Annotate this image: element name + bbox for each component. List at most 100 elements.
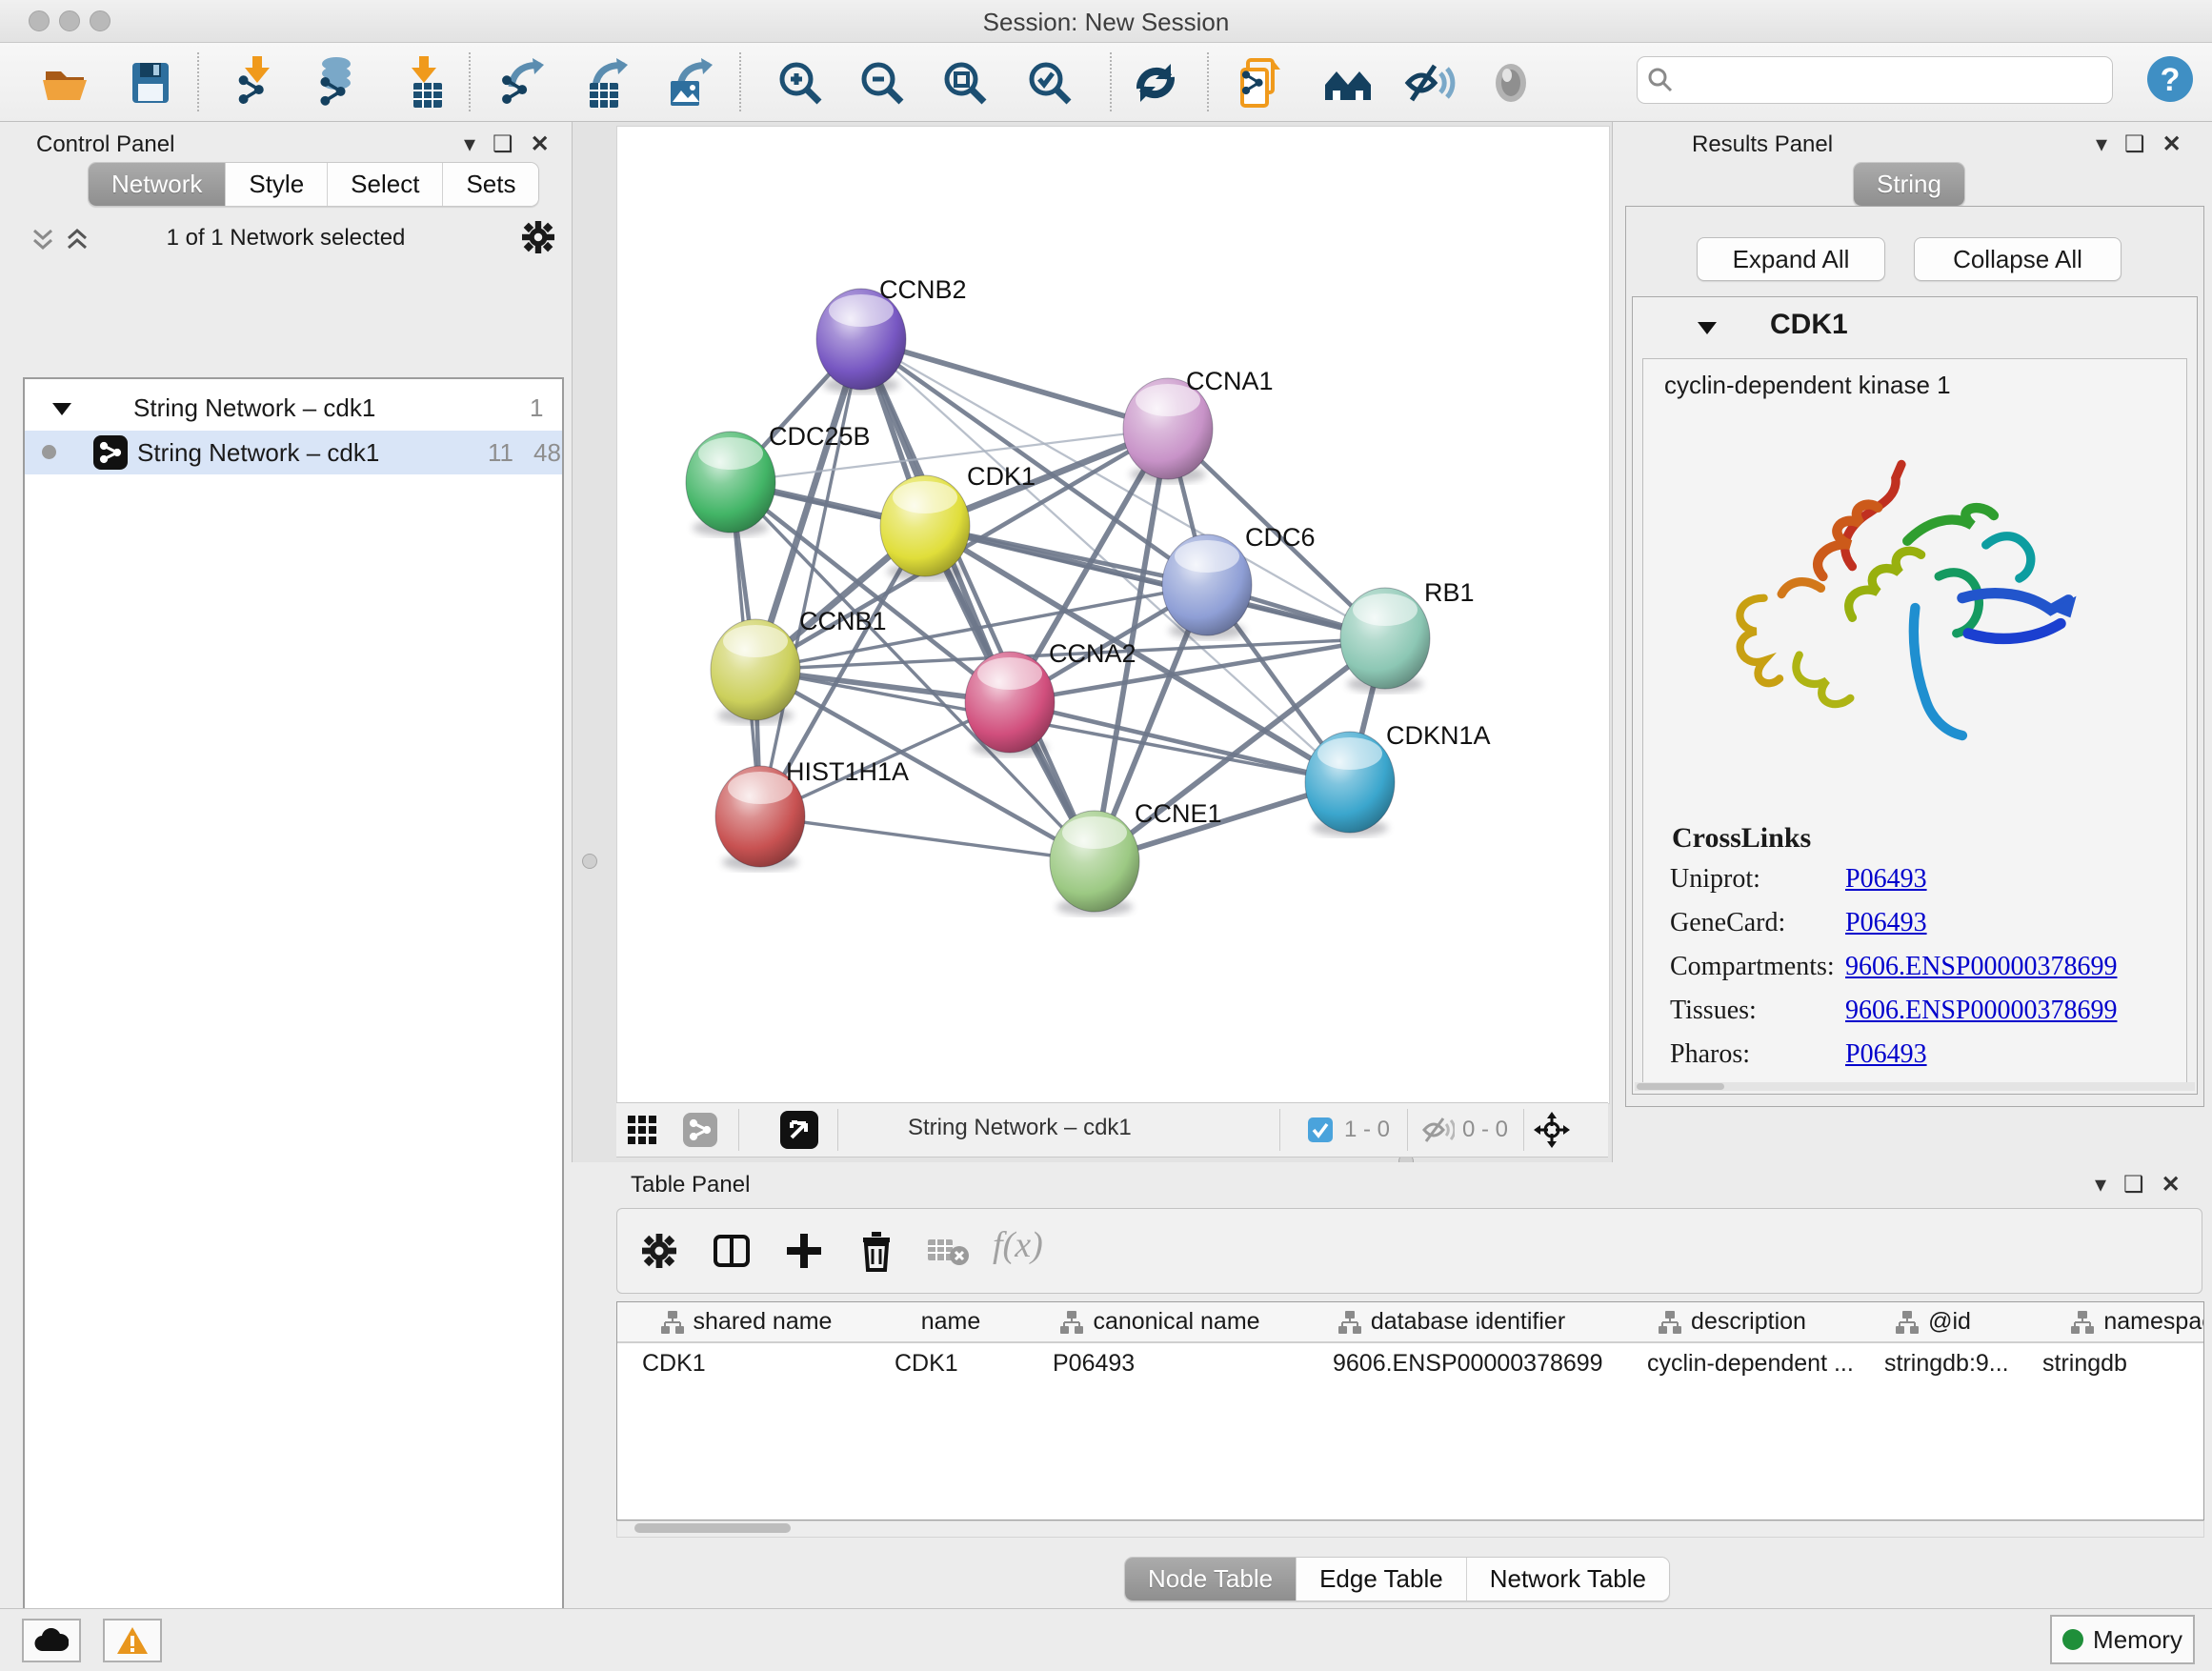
column-label: name: [921, 1308, 981, 1336]
delete-column-trash-icon[interactable]: [857, 1230, 895, 1272]
warnings-button[interactable]: [103, 1619, 162, 1662]
column-header-database-identifier[interactable]: database identifier: [1295, 1302, 1610, 1343]
table-cell[interactable]: cyclin-dependent ...: [1609, 1343, 1894, 1383]
node-CDKN1A[interactable]: CDKN1A: [1305, 721, 1491, 836]
node-CDC6[interactable]: CDC6: [1162, 523, 1316, 639]
panel-float-button[interactable]: ❑: [2123, 1174, 2144, 1197]
memory-button[interactable]: Memory: [2050, 1615, 2195, 1664]
crosslink-value-link[interactable]: P06493: [1845, 1039, 1927, 1069]
node-CCNB2[interactable]: CCNB2: [816, 275, 967, 393]
tab-network[interactable]: Network: [89, 163, 226, 206]
panel-close-button[interactable]: ✕: [2162, 1174, 2181, 1197]
toolbar-separator: [1207, 52, 1209, 111]
hide-selected-eye-slash-icon[interactable]: [1402, 56, 1456, 110]
table-scrollbar-thumb[interactable]: [634, 1523, 791, 1533]
collapse-all-button[interactable]: Collapse All: [1914, 237, 2122, 281]
show-all-eye-icon[interactable]: [1484, 56, 1538, 110]
table-options-gear-icon[interactable]: [642, 1234, 676, 1268]
help-icon[interactable]: ?: [2145, 54, 2195, 104]
table-cell[interactable]: CDK1: [617, 1343, 900, 1383]
node-label: CDC6: [1245, 523, 1316, 552]
column-header-shared-name[interactable]: shared name: [617, 1302, 876, 1343]
crosslink-value-link[interactable]: 9606.ENSP00000378699: [1845, 996, 2117, 1025]
node-label: CDK1: [967, 462, 1036, 491]
search-input[interactable]: [1679, 61, 2102, 97]
tab-string[interactable]: String: [1854, 163, 1964, 206]
splitter-handle[interactable]: [582, 854, 597, 869]
panel-menu-button[interactable]: ▾: [2096, 133, 2107, 156]
zoom-fit-icon[interactable]: [938, 56, 992, 110]
network-graph[interactable]: CCNB2CCNA1CDC25BCDK1CDC6RB1CCNB1CCNA2CDK…: [617, 127, 1609, 1103]
node-HIST1H1A[interactable]: HIST1H1A: [715, 757, 909, 871]
network-collection-row[interactable]: String Network – cdk1 1: [25, 387, 562, 431]
selected-checkbox-icon[interactable]: [1308, 1117, 1333, 1142]
node-label: CCNB2: [879, 275, 967, 304]
zoom-selected-icon[interactable]: [1023, 56, 1076, 110]
tab-style[interactable]: Style: [226, 163, 328, 206]
crosslink-value-link[interactable]: P06493: [1845, 864, 1927, 894]
node-CCNE1[interactable]: CCNE1: [1050, 799, 1222, 916]
table-scrollbar-track[interactable]: [616, 1520, 2204, 1538]
houses-icon[interactable]: [1321, 56, 1375, 110]
network-canvas[interactable]: CCNB2CCNA1CDC25BCDK1CDC6RB1CCNB1CCNA2CDK…: [616, 126, 1610, 1104]
column-header-@id[interactable]: @id: [1856, 1302, 2012, 1343]
create-column-plus-icon[interactable]: [785, 1232, 823, 1270]
export-image-icon[interactable]: [663, 56, 716, 110]
column-header-namespace[interactable]: namespace: [2011, 1302, 2204, 1343]
tab-sets[interactable]: Sets: [443, 163, 538, 206]
table-cell[interactable]: stringdb: [2011, 1343, 2204, 1383]
table-panel-title: Table Panel: [631, 1172, 750, 1198]
show-columns-icon[interactable]: [713, 1232, 751, 1270]
zoom-out-icon[interactable]: [855, 56, 909, 110]
gene-description: cyclin-dependent kinase 1: [1664, 371, 1951, 400]
node-CCNA2[interactable]: CCNA2: [965, 639, 1136, 756]
collection-count: 1: [530, 393, 543, 423]
export-table-icon[interactable]: [580, 56, 633, 110]
table-cell[interactable]: 9606.ENSP00000378699: [1295, 1343, 1647, 1383]
entry-collapse-icon[interactable]: [1696, 318, 1719, 337]
column-header-name[interactable]: name: [875, 1302, 1027, 1343]
expand-all-button[interactable]: Expand All: [1697, 237, 1885, 281]
entry-scrollbar-track[interactable]: [1635, 1082, 2195, 1091]
column-header-description[interactable]: description: [1609, 1302, 1857, 1343]
delete-table-icon-disabled: [928, 1238, 970, 1266]
new-network-from-selection-icon[interactable]: [1235, 56, 1288, 110]
panel-menu-button[interactable]: ▾: [464, 133, 475, 156]
network-options-gear-icon[interactable]: [522, 221, 554, 253]
export-network-icon[interactable]: [498, 56, 552, 110]
table-cell[interactable]: P06493: [1026, 1343, 1321, 1383]
apply-layout-icon[interactable]: [1129, 56, 1182, 110]
grid-view-icon[interactable]: [628, 1116, 658, 1144]
cloud-button[interactable]: [22, 1619, 81, 1662]
zoom-in-icon[interactable]: [774, 56, 827, 110]
detach-view-icon[interactable]: [780, 1111, 818, 1149]
node-CCNA1[interactable]: CCNA1: [1123, 367, 1274, 483]
import-table-icon[interactable]: [398, 56, 452, 110]
crosslink-value-link[interactable]: P06493: [1845, 908, 1927, 937]
table-cell[interactable]: CDK1: [875, 1343, 1045, 1383]
panel-float-button[interactable]: ❑: [2124, 133, 2145, 156]
tree-expand-icon[interactable]: [51, 400, 72, 417]
crosslink-value-link[interactable]: 9606.ENSP00000378699: [1845, 952, 2117, 981]
column-header-canonical-name[interactable]: canonical name: [1026, 1302, 1296, 1343]
results-panel-title: Results Panel: [1692, 131, 1833, 158]
tab-edge-table[interactable]: Edge Table: [1297, 1558, 1467, 1601]
entry-scrollbar-thumb[interactable]: [1637, 1083, 1724, 1090]
tab-node-table[interactable]: Node Table: [1125, 1558, 1297, 1601]
import-network-icon[interactable]: [231, 56, 285, 110]
panel-float-button[interactable]: ❑: [493, 133, 513, 156]
import-database-icon[interactable]: [312, 56, 365, 110]
panel-close-button[interactable]: ✕: [2162, 133, 2182, 156]
open-session-icon[interactable]: [38, 56, 91, 110]
panel-menu-button[interactable]: ▾: [2095, 1174, 2106, 1197]
panel-close-button[interactable]: ✕: [531, 133, 550, 156]
tab-network-table[interactable]: Network Table: [1467, 1558, 1669, 1601]
network-row-selected[interactable]: String Network – cdk1 11 48: [25, 431, 562, 474]
node-table[interactable]: shared name name canonical namedatabase id…: [616, 1301, 2204, 1520]
node-RB1[interactable]: RB1: [1340, 578, 1475, 693]
toolbar-separator: [469, 52, 471, 111]
network-share-view-icon[interactable]: [683, 1113, 717, 1147]
tab-select[interactable]: Select: [328, 163, 443, 206]
save-session-icon[interactable]: [124, 56, 177, 110]
birdseye-navigator-icon[interactable]: [1533, 1111, 1571, 1149]
